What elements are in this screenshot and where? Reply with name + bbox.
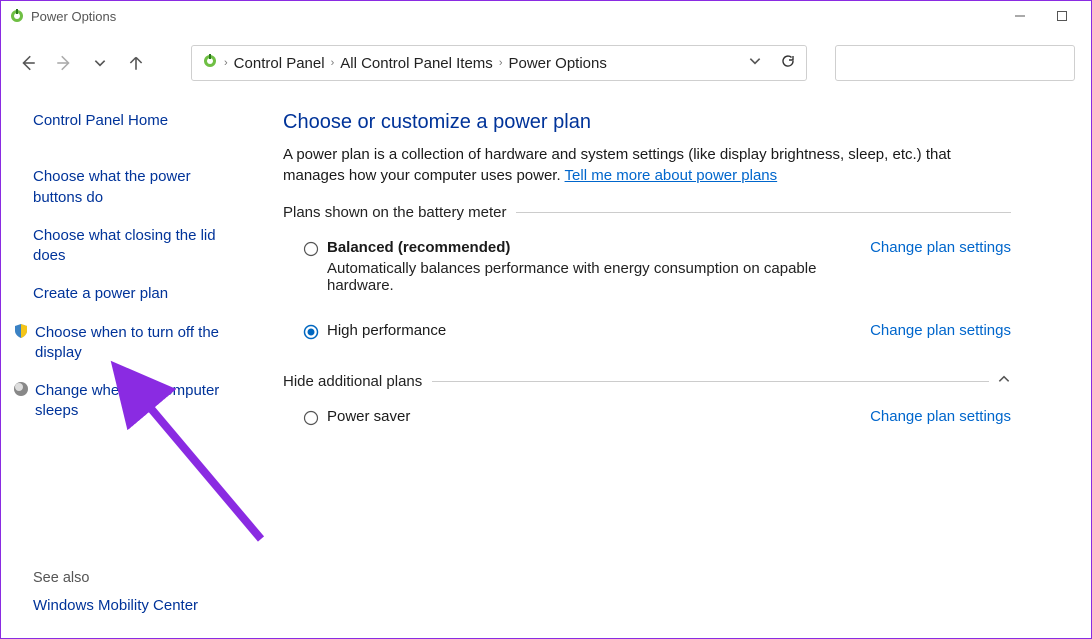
maximize-button[interactable]: [1053, 1, 1071, 31]
divider: [516, 212, 1011, 213]
create-plan-link[interactable]: Create a power plan: [33, 284, 243, 304]
sidebar: Control Panel Home Choose what the power…: [1, 111, 253, 638]
breadcrumb-power-options[interactable]: Power Options: [508, 55, 606, 72]
change-plan-settings-link[interactable]: Change plan settings: [870, 322, 1011, 339]
chevron-right-icon[interactable]: ›: [224, 57, 228, 69]
power-buttons-link[interactable]: Choose what the power buttons do: [33, 167, 243, 208]
minimize-button[interactable]: [1011, 1, 1029, 31]
mobility-center-link[interactable]: Windows Mobility Center: [33, 597, 198, 614]
radio-high-performance[interactable]: [303, 324, 319, 340]
plan-high-performance: High performance Change plan settings: [283, 316, 1011, 346]
address-bar[interactable]: › Control Panel › All Control Panel Item…: [191, 45, 807, 81]
recent-dropdown[interactable]: [89, 52, 111, 74]
window: Power Options › Control Panel › All Cont…: [0, 0, 1092, 639]
back-button[interactable]: [17, 52, 39, 74]
closing-lid-link[interactable]: Choose what closing the lid does: [33, 226, 243, 267]
up-button[interactable]: [125, 52, 147, 74]
chevron-down-icon[interactable]: [748, 54, 762, 72]
window-title: Power Options: [31, 9, 116, 24]
radio-power-saver[interactable]: [303, 410, 319, 426]
chevron-right-icon[interactable]: ›: [499, 57, 503, 69]
computer-sleeps-link[interactable]: Change when the computer sleeps: [13, 381, 243, 422]
power-options-icon: [9, 8, 25, 24]
breadcrumb-all-items[interactable]: All Control Panel Items: [340, 55, 493, 72]
body: Control Panel Home Choose what the power…: [1, 87, 1091, 638]
plan-name: Balanced (recommended): [327, 239, 870, 256]
search-input[interactable]: [835, 45, 1075, 81]
page-description: A power plan is a collection of hardware…: [283, 144, 983, 186]
see-also-label: See also: [33, 570, 89, 586]
plan-balanced: Balanced (recommended) Automatically bal…: [283, 233, 1011, 300]
sidebar-item-label: Choose when to turn off the display: [35, 323, 243, 364]
section-battery-meter: Plans shown on the battery meter: [283, 204, 1011, 221]
plan-name: Power saver: [327, 408, 870, 425]
power-options-icon: [202, 53, 218, 73]
control-panel-home-link[interactable]: Control Panel Home: [33, 111, 243, 131]
section-label: Plans shown on the battery meter: [283, 204, 506, 221]
page-heading: Choose or customize a power plan: [283, 111, 1011, 134]
change-plan-settings-link[interactable]: Change plan settings: [870, 408, 1011, 425]
radio-balanced[interactable]: [303, 241, 319, 257]
turn-off-display-link[interactable]: Choose when to turn off the display: [13, 323, 243, 364]
section-additional-plans[interactable]: Hide additional plans: [283, 372, 1011, 390]
section-label: Hide additional plans: [283, 373, 422, 390]
refresh-button[interactable]: [780, 53, 796, 73]
shield-icon: [13, 381, 29, 397]
titlebar: Power Options: [1, 1, 1091, 31]
plan-power-saver: Power saver Change plan settings: [283, 402, 1011, 432]
chevron-right-icon[interactable]: ›: [331, 57, 335, 69]
nav-row: › Control Panel › All Control Panel Item…: [1, 39, 1091, 87]
chevron-up-icon[interactable]: [997, 372, 1011, 390]
main-content: Choose or customize a power plan A power…: [253, 111, 1091, 638]
breadcrumb-control-panel[interactable]: Control Panel: [234, 55, 325, 72]
change-plan-settings-link[interactable]: Change plan settings: [870, 239, 1011, 256]
forward-button[interactable]: [53, 52, 75, 74]
window-controls: [1011, 1, 1083, 31]
shield-icon: [13, 323, 29, 339]
sidebar-item-label: Change when the computer sleeps: [35, 381, 243, 422]
plan-name: High performance: [327, 322, 870, 339]
plan-description: Automatically balances performance with …: [327, 260, 870, 294]
divider: [432, 381, 989, 382]
tell-me-more-link[interactable]: Tell me more about power plans: [565, 167, 778, 184]
